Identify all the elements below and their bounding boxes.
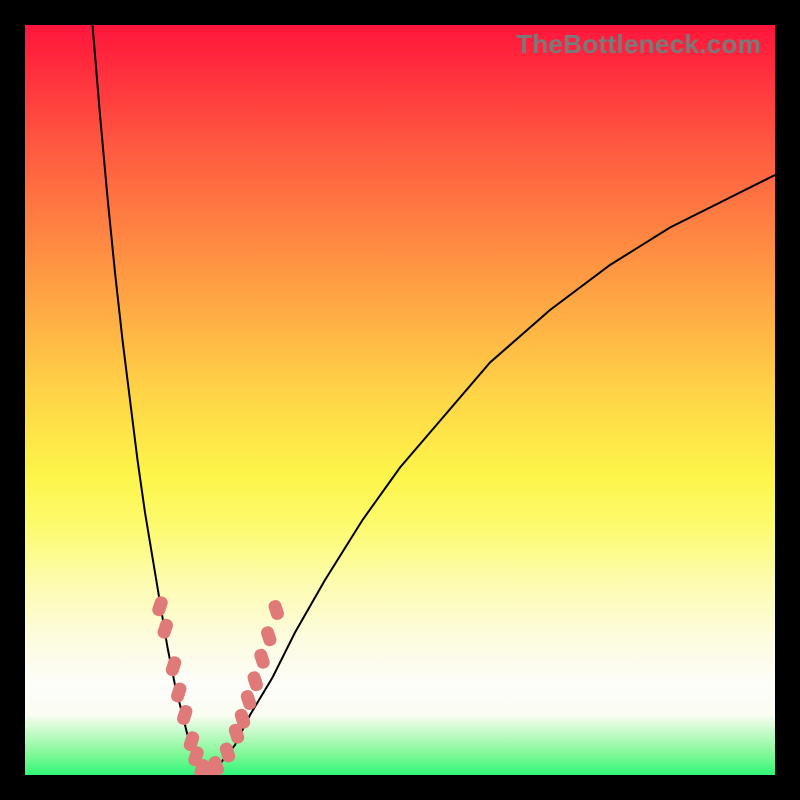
- chart-frame: TheBottleneck.com: [0, 0, 800, 800]
- data-marker: [259, 625, 278, 648]
- data-marker: [246, 670, 265, 693]
- data-marker: [267, 598, 286, 621]
- chart-svg: [25, 25, 775, 775]
- data-marker: [169, 681, 188, 704]
- curve-group: [93, 25, 776, 775]
- data-marker: [164, 655, 183, 678]
- curve-right-branch: [205, 175, 775, 775]
- data-marker: [151, 595, 170, 618]
- data-marker: [175, 703, 194, 726]
- markers-group: [151, 595, 286, 775]
- data-marker: [253, 647, 272, 670]
- curve-left-branch: [93, 25, 206, 775]
- data-marker: [156, 617, 175, 640]
- plot-area: TheBottleneck.com: [25, 25, 775, 775]
